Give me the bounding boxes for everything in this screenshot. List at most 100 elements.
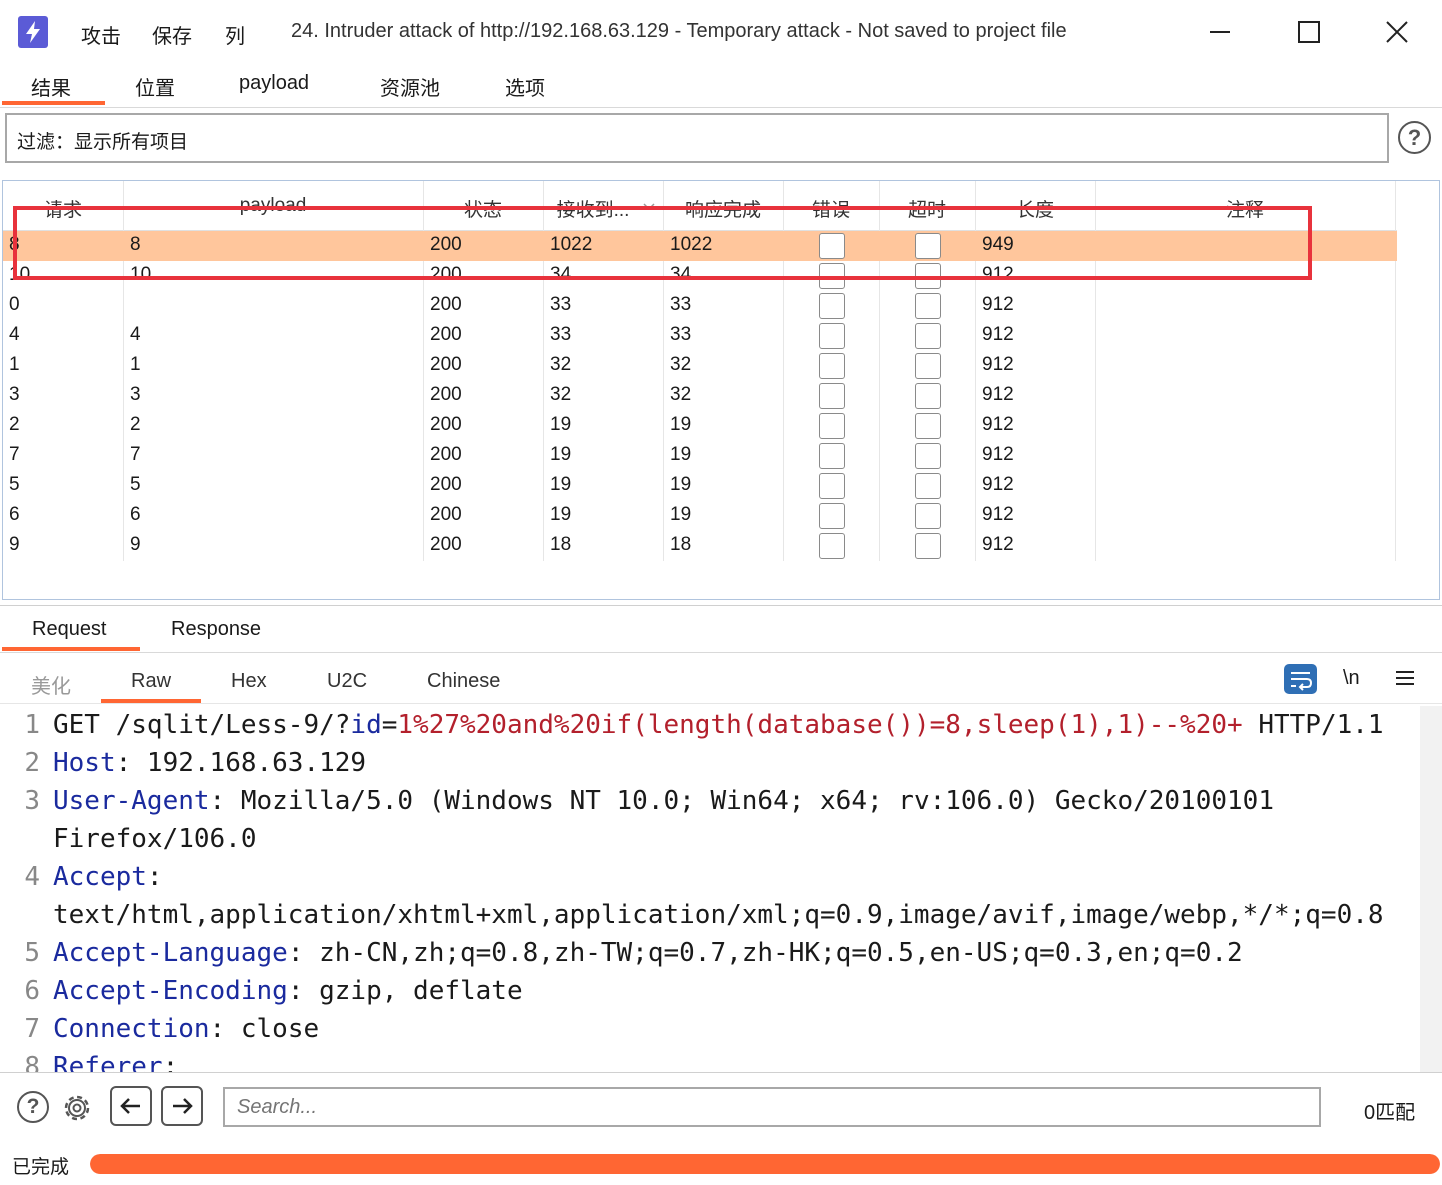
wrap-lines-icon[interactable] [1284,664,1317,694]
cell-payload: 9 [130,534,141,555]
tab-request[interactable]: Request [32,618,107,641]
timeout-checkbox[interactable] [915,443,941,469]
line-text: : [146,862,163,892]
timeout-checkbox[interactable] [915,473,941,499]
tab-raw[interactable]: Raw [131,670,171,693]
header-key: Accept [53,862,147,892]
tab-positions[interactable]: 位置 [135,72,175,101]
error-checkbox[interactable] [819,383,845,409]
search-input[interactable] [223,1087,1321,1127]
cell-completed: 33 [670,294,692,315]
menu-attack[interactable]: 攻击 [81,20,121,49]
line-number: 6 [24,976,40,1006]
table-row[interactable]: 7 7 200 19 19 912 [3,441,1397,471]
next-match-button[interactable] [161,1086,203,1126]
cell-req: 5 [9,474,20,495]
cell-received: 19 [550,444,572,465]
cell-length: 912 [982,474,1014,495]
progress-fill [90,1154,1440,1174]
table-row[interactable]: 2 2 200 19 19 912 [3,411,1397,441]
request-line: Firefox/106.0 [53,824,257,854]
param-value: 1%27%20and%20if(length(database())=8,sle… [397,710,1243,740]
line-text: : gzip, deflate [287,976,523,1006]
header-key: Referer [53,1052,163,1072]
settings-gear-icon[interactable] [58,1089,96,1132]
error-checkbox[interactable] [819,353,845,379]
table-row[interactable]: 9 9 200 18 18 912 [3,531,1397,561]
cell-payload: 7 [130,444,141,465]
menu-hamburger-icon[interactable] [1396,670,1414,691]
error-checkbox[interactable] [819,323,845,349]
cell-status: 200 [430,384,462,405]
filter-bar[interactable]: 过滤：显示所有项目 [5,113,1389,163]
line-text: : Mozilla/5.0 (Windows NT 10.0; Win64; x… [209,786,1274,816]
maximize-button[interactable] [1287,14,1331,50]
line-text: text/html,application/xhtml+xml,applicat… [53,900,1384,930]
cell-status: 200 [430,354,462,375]
table-row[interactable]: 6 6 200 19 19 912 [3,501,1397,531]
header-key: Accept-Language [53,938,288,968]
menu-columns[interactable]: 列 [225,20,245,49]
table-row[interactable]: 0 200 33 33 912 [3,291,1397,321]
tab-resource-pool[interactable]: 资源池 [380,72,440,101]
timeout-checkbox[interactable] [915,323,941,349]
minimize-button[interactable] [1198,14,1242,50]
header-key: Accept-Encoding [53,976,288,1006]
tab-options[interactable]: 选项 [505,72,545,101]
cell-received: 18 [550,534,572,555]
tab-u2c[interactable]: U2C [327,670,367,693]
line-text: GET /sqlit/Less-9/? [53,710,351,740]
cell-status: 200 [430,444,462,465]
newline-toggle[interactable]: \n [1343,667,1360,690]
tab-response[interactable]: Response [171,618,261,641]
help-icon-bottom[interactable]: ? [17,1091,49,1123]
cell-received: 33 [550,294,572,315]
error-checkbox[interactable] [819,413,845,439]
cell-received: 32 [550,384,572,405]
timeout-checkbox[interactable] [915,413,941,439]
help-icon[interactable]: ? [1398,121,1431,154]
error-checkbox[interactable] [819,473,845,499]
tab-results[interactable]: 结果 [31,72,71,101]
tab-pretty[interactable]: 美化 [31,670,71,699]
line-text: HTTP/1.1 [1242,710,1384,740]
cell-completed: 19 [670,414,692,435]
cell-length: 912 [982,324,1014,345]
cell-req: 6 [9,504,20,525]
close-button[interactable] [1375,14,1419,50]
line-number: 1 [24,710,40,740]
header-key: id [350,710,382,740]
cell-completed: 33 [670,324,692,345]
line-text: = [381,710,398,740]
header-key: Host [53,748,116,778]
timeout-checkbox[interactable] [915,503,941,529]
editor-view-tabs: 美化 Raw Hex U2C Chinese \n [0,654,1442,704]
timeout-checkbox[interactable] [915,353,941,379]
request-line: User-Agent: Mozilla/5.0 (Windows NT 10.0… [53,786,1274,816]
timeout-checkbox[interactable] [915,533,941,559]
table-row[interactable]: 4 4 200 33 33 912 [3,321,1397,351]
error-checkbox[interactable] [819,293,845,319]
cell-status: 200 [430,504,462,525]
request-line: Referer: [53,1052,178,1072]
request-editor[interactable]: 1 2 3 4 5 6 7 8 GET /sqlit/Less-9/?id=1%27%20an… [0,706,1442,1072]
cell-payload: 5 [130,474,141,495]
previous-match-button[interactable] [110,1086,152,1126]
cell-length: 912 [982,384,1014,405]
timeout-checkbox[interactable] [915,383,941,409]
editor-scrollbar[interactable] [1420,706,1442,1072]
tab-chinese[interactable]: Chinese [427,670,500,693]
error-checkbox[interactable] [819,533,845,559]
line-number-gutter: 1 2 3 4 5 6 7 8 [0,706,48,1072]
menu-save[interactable]: 保存 [152,20,192,49]
table-row[interactable]: 5 5 200 19 19 912 [3,471,1397,501]
tab-payloads[interactable]: payload [239,72,309,95]
error-checkbox[interactable] [819,443,845,469]
error-checkbox[interactable] [819,503,845,529]
title-bar: 攻击 保存 列 24. Intruder attack of http://19… [0,0,1442,62]
header-key: Connection [53,1014,210,1044]
timeout-checkbox[interactable] [915,293,941,319]
table-row[interactable]: 1 1 200 32 32 912 [3,351,1397,381]
tab-hex[interactable]: Hex [231,670,267,693]
table-row[interactable]: 3 3 200 32 32 912 [3,381,1397,411]
